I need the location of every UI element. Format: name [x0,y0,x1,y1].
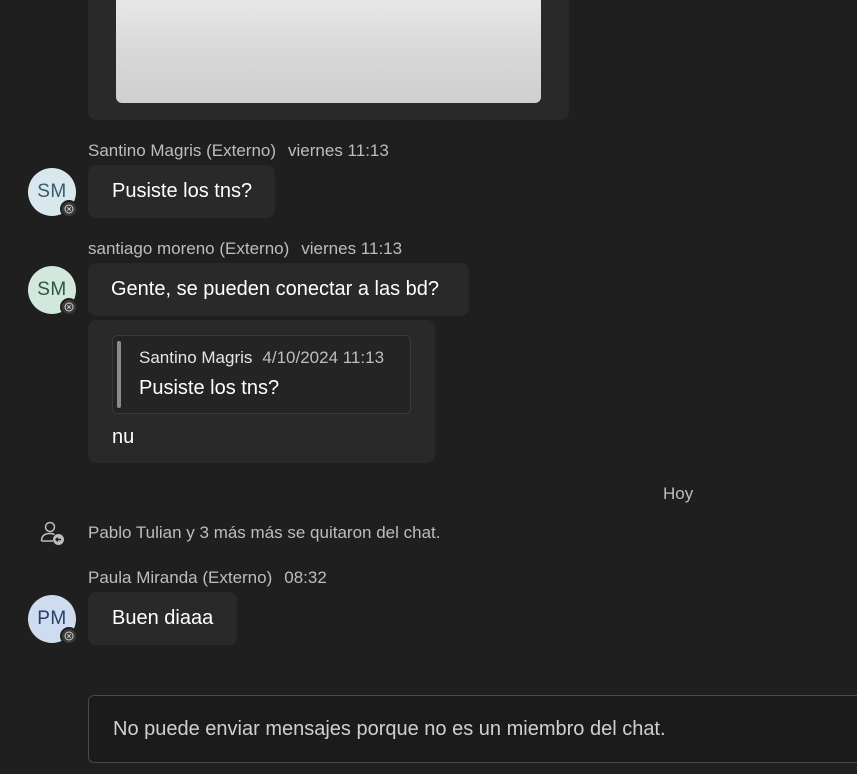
message-text: Gente, se pueden conectar a las bd? [111,278,440,300]
message-author: santiago moreno (Externo) [88,239,290,258]
message-text: Pusiste los tns? [112,180,253,202]
composer-disabled-notice: No puede enviar mensajes porque no es un… [88,695,857,763]
composer-notice-text: No puede enviar mensajes porque no es un… [113,718,666,740]
image-attachment-preview[interactable] [116,0,541,103]
avatar-initials: PM [37,608,67,629]
avatar-initials: SM [37,279,67,300]
message-meta: Santino Magris (Externo) viernes 11:13 [88,141,389,161]
message-author: Santino Magris (Externo) [88,141,277,160]
external-user-badge-icon [60,200,78,218]
message-text: nu [112,426,135,448]
system-message-text: Pablo Tulian y 3 más más se quitaron del… [88,523,441,542]
message-time: viernes 11:13 [301,239,403,258]
message-meta: Paula Miranda (Externo) 08:32 [88,568,327,588]
day-divider-label: Hoy [663,484,694,503]
message-text: Buen diaaa [112,607,214,629]
message-time: 08:32 [284,568,327,587]
external-user-badge-icon [60,298,78,316]
person-removed-icon [38,519,66,547]
message-time: viernes 11:13 [288,141,389,160]
avatar-initials: SM [37,181,67,202]
quote-date: 4/10/2024 11:13 [262,348,385,367]
quoted-message[interactable] [112,335,411,414]
message-bubble[interactable]: Pusiste los tns? [88,165,275,218]
message-bubble[interactable]: Buen diaaa [88,592,237,645]
quote-accent-bar [117,341,121,408]
message-bubble[interactable]: Gente, se pueden conectar a las bd? [88,263,469,316]
message-meta: santiago moreno (Externo) viernes 11:13 [88,239,402,259]
message-author: Paula Miranda (Externo) [88,568,273,587]
quote-text: Pusiste los tns? [139,377,280,399]
quote-header: Santino Magris 4/10/2024 11:13 [139,348,384,368]
quote-author: Santino Magris [139,348,253,367]
external-user-badge-icon [60,627,78,645]
